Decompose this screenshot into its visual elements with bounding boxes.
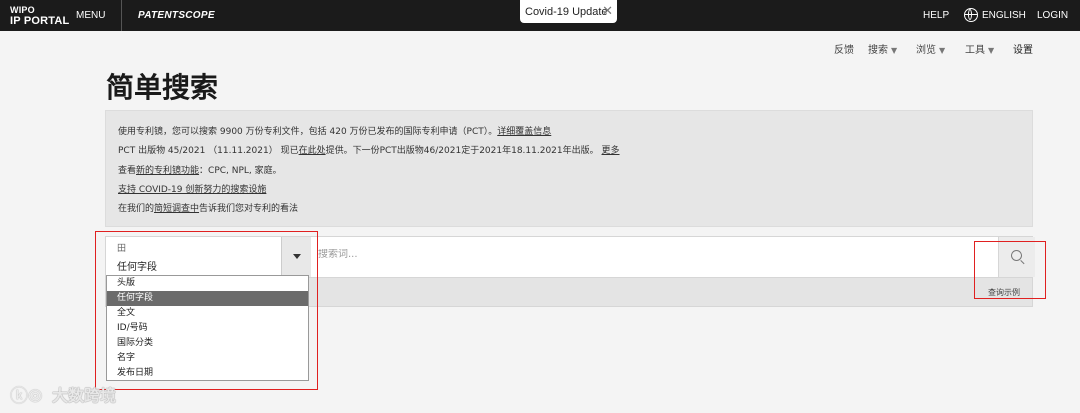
language-selector[interactable]: ENGLISH	[982, 10, 1026, 21]
watermark-logo-icon: ⓚ⦾	[10, 386, 43, 407]
here-link[interactable]: 在此处	[299, 146, 326, 156]
annotation-frame-search-button	[974, 241, 1046, 299]
info-text: ：CPC, NPL, 家庭。	[199, 166, 282, 176]
info-text: PCT 出版物 45/2021 （11.11.2021） 现已	[118, 146, 299, 156]
page-title: 简单搜索	[106, 71, 219, 104]
caret-down-icon: ▼	[988, 46, 995, 55]
help-link[interactable]: HELP	[923, 10, 949, 21]
search-menu[interactable]: 搜索 ▼	[868, 41, 897, 56]
feedback-link[interactable]: 反馈	[834, 41, 854, 56]
info-text: 查看	[118, 166, 137, 176]
divider	[121, 0, 122, 31]
info-text: 提供。下一份PCT出版物46/2021定于2021年18.11.2021年出版。	[325, 146, 599, 156]
info-text: 使用专利镜，您可以搜索 9900 万份专利文件，包括 420 万份已发布的国际专…	[118, 127, 498, 137]
info-line-publication: PCT 出版物 45/2021 （11.11.2021） 现已在此处提供。下一份…	[118, 143, 620, 156]
info-text: 告诉我们您对专利的看法	[199, 204, 299, 214]
browse-menu-label: 浏览	[916, 45, 936, 56]
info-line-covid: 支持 COVID-19 创新努力的搜索设施	[118, 182, 266, 195]
search-menu-label: 搜索	[868, 45, 888, 56]
info-line-coverage: 使用专利镜，您可以搜索 9900 万份专利文件，包括 420 万份已发布的国际专…	[118, 124, 551, 137]
close-icon[interactable]: ✕	[602, 3, 613, 19]
tools-menu[interactable]: 工具 ▼	[965, 41, 994, 56]
coverage-link[interactable]: 详细覆盖信息	[497, 127, 551, 137]
settings-link[interactable]: 设置	[1013, 41, 1033, 56]
logo-line1: WIPO	[10, 5, 35, 15]
wipo-logo[interactable]: WIPO IP PORTAL	[10, 5, 69, 27]
login-link[interactable]: LOGIN	[1037, 10, 1068, 21]
watermark-text: 大数跨境	[52, 386, 117, 405]
globe-icon	[964, 8, 978, 22]
info-text: 在我们的	[118, 204, 155, 214]
menu-button[interactable]: MENU	[76, 10, 105, 21]
covid-update-label: Covid-19 Update	[525, 6, 608, 18]
logo-line2: IP PORTAL	[10, 15, 70, 27]
browse-menu[interactable]: 浏览 ▼	[916, 41, 945, 56]
caret-down-icon: ▼	[939, 46, 946, 55]
patentscope-brand[interactable]: PATENTSCOPE	[138, 10, 215, 21]
annotation-frame-field-select	[95, 231, 318, 390]
covid-update-tab[interactable]: Covid-19 Update ✕	[520, 0, 617, 23]
info-line-features: 查看新的专利镜功能：CPC, NPL, 家庭。	[118, 163, 282, 176]
info-line-survey: 在我们的简短调查中告诉我们您对专利的看法	[118, 201, 298, 214]
search-input[interactable]	[318, 249, 958, 260]
tools-menu-label: 工具	[965, 45, 985, 56]
top-navigation-bar: WIPO IP PORTAL MENU PATENTSCOPE Covid-19…	[0, 0, 1080, 31]
survey-link[interactable]: 简短调查中	[154, 204, 199, 214]
covid-facilities-link[interactable]: 支持 COVID-19 创新努力的搜索设施	[118, 185, 266, 195]
watermark: ⓚ⦾ 大数跨境	[10, 380, 150, 407]
caret-down-icon: ▼	[891, 46, 898, 55]
info-panel: 使用专利镜，您可以搜索 9900 万份专利文件，包括 420 万份已发布的国际专…	[105, 110, 1033, 227]
more-link[interactable]: 更多	[602, 146, 620, 156]
new-features-link[interactable]: 新的专利镜功能	[136, 166, 199, 176]
